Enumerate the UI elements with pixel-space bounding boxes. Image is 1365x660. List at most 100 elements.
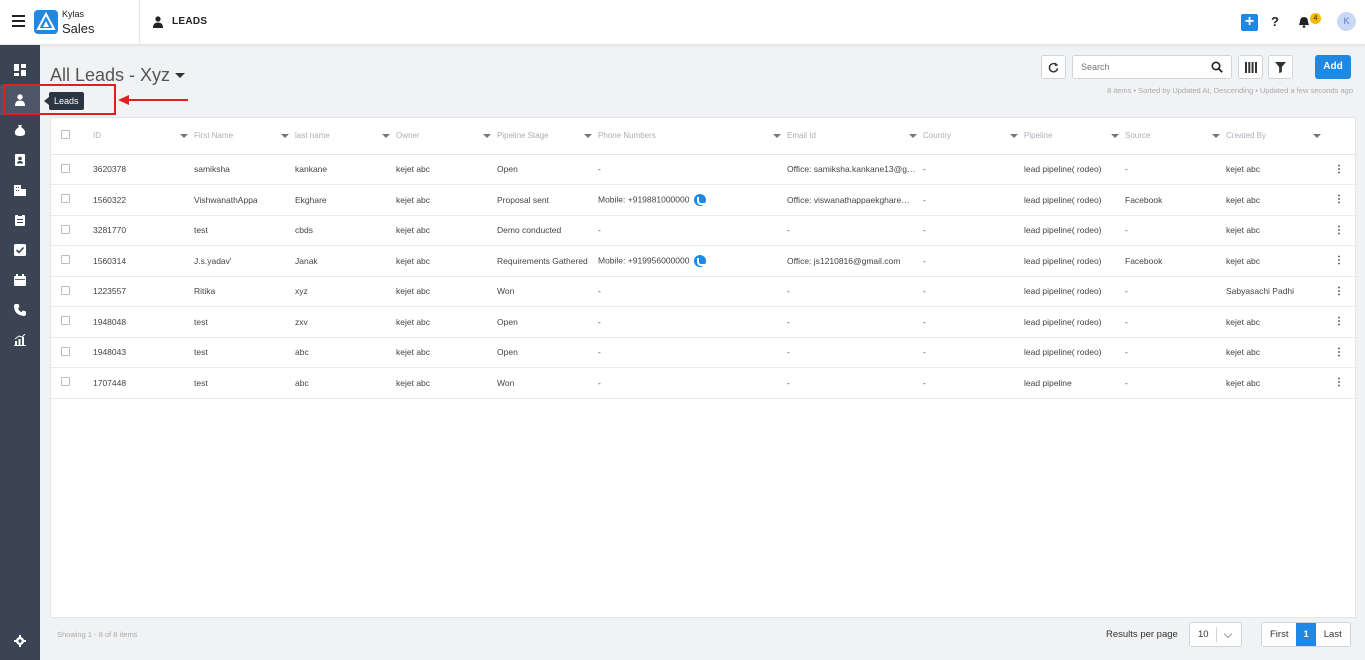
search-input[interactable] xyxy=(1072,55,1232,79)
column-header-first-name[interactable]: First Name xyxy=(194,118,295,155)
cell-first[interactable]: test xyxy=(194,306,295,338)
row-checkbox[interactable] xyxy=(61,377,70,387)
row-actions-kebab-icon[interactable]: ⋮ xyxy=(1327,306,1357,338)
sidebar-item-calls[interactable] xyxy=(0,295,40,325)
cell-first[interactable]: test xyxy=(194,367,295,399)
user-avatar[interactable]: K xyxy=(1337,12,1356,31)
table-row[interactable]: 1223557 Ritika xyz kejet abc Won - - - lead pipe… xyxy=(51,276,1357,307)
table-row[interactable]: 1707448 test abc kejet abc Won - - - lead pipeli… xyxy=(51,367,1357,399)
sort-caret-icon[interactable] xyxy=(1010,134,1018,138)
add-lead-button[interactable]: Add xyxy=(1315,55,1351,79)
cell-last[interactable]: cbds xyxy=(295,215,396,246)
hamburger-menu-icon[interactable] xyxy=(12,15,25,27)
cell-phone[interactable]: - xyxy=(598,276,787,307)
row-actions-kebab-icon[interactable]: ⋮ xyxy=(1327,245,1357,277)
search-icon[interactable] xyxy=(1211,61,1223,73)
sort-caret-icon[interactable] xyxy=(180,134,188,138)
column-header-owner[interactable]: Owner xyxy=(396,118,497,155)
cell-phone[interactable]: Mobile: +919956000000 xyxy=(598,245,787,277)
column-header-last-name[interactable]: last name xyxy=(295,118,396,155)
columns-button[interactable] xyxy=(1238,55,1263,79)
call-phone-icon[interactable] xyxy=(694,254,707,267)
cell-phone[interactable]: Mobile: +919881000000 xyxy=(598,184,787,216)
quick-add-button[interactable]: + xyxy=(1241,14,1258,31)
sidebar-item-companies[interactable] xyxy=(0,175,40,205)
row-actions-kebab-icon[interactable]: ⋮ xyxy=(1327,215,1357,246)
table-row[interactable]: 3620378 samiksha kankane kejet abc Open - Offi… xyxy=(51,154,1357,185)
call-phone-icon[interactable] xyxy=(694,193,707,206)
view-title[interactable]: All Leads - Xyz xyxy=(50,65,170,86)
cell-phone[interactable]: - xyxy=(598,337,787,368)
cell-last[interactable]: abc xyxy=(295,337,396,368)
sidebar-item-deals[interactable] xyxy=(0,115,40,145)
select-all-checkbox[interactable] xyxy=(61,130,70,140)
column-header-email[interactable]: Email Id xyxy=(787,118,923,155)
cell-first[interactable]: J.s.yadav' xyxy=(194,245,295,277)
sort-caret-icon[interactable] xyxy=(1313,134,1321,138)
cell-last[interactable]: xyz xyxy=(295,276,396,307)
current-page-button[interactable]: 1 xyxy=(1296,623,1316,646)
cell-last[interactable]: abc xyxy=(295,367,396,399)
cell-last[interactable]: Ekghare xyxy=(295,184,396,216)
sidebar-item-dashboard[interactable] xyxy=(0,55,40,85)
sort-caret-icon[interactable] xyxy=(382,134,390,138)
cell-phone[interactable]: - xyxy=(598,215,787,246)
cell-last[interactable]: kankane xyxy=(295,154,396,185)
sort-caret-icon[interactable] xyxy=(1212,134,1220,138)
cell-first[interactable]: test xyxy=(194,215,295,246)
column-header-created-by[interactable]: Created By xyxy=(1226,118,1327,155)
row-checkbox[interactable] xyxy=(61,316,70,326)
row-checkbox[interactable] xyxy=(61,255,70,265)
first-page-button[interactable]: First xyxy=(1262,623,1296,646)
cell-first[interactable]: samiksha xyxy=(194,154,295,185)
table-row[interactable]: 1560322 VishwanathAppa Ekghare kejet abc Pro… xyxy=(51,184,1357,216)
row-checkbox[interactable] xyxy=(61,194,70,204)
cell-email[interactable]: Office: js1210816@gmail.com xyxy=(787,245,923,277)
row-actions-kebab-icon[interactable]: ⋮ xyxy=(1327,184,1357,216)
row-checkbox[interactable] xyxy=(61,346,70,356)
cell-first[interactable]: VishwanathAppa xyxy=(194,184,295,216)
row-actions-kebab-icon[interactable]: ⋮ xyxy=(1327,337,1357,368)
cell-email[interactable]: - xyxy=(787,306,923,338)
cell-first[interactable]: Ritika xyxy=(194,276,295,307)
column-header-pipeline-stage[interactable]: Pipeline Stage xyxy=(497,118,598,155)
cell-phone[interactable]: - xyxy=(598,367,787,399)
last-page-button[interactable]: Last xyxy=(1316,623,1350,646)
sidebar-item-analytics[interactable] xyxy=(0,325,40,355)
chevron-down-icon[interactable] xyxy=(175,73,185,78)
sort-caret-icon[interactable] xyxy=(909,134,917,138)
column-header-source[interactable]: Source xyxy=(1125,118,1226,155)
sort-caret-icon[interactable] xyxy=(281,134,289,138)
cell-email[interactable]: Office: viswanathappaekghare@gmail.com xyxy=(787,184,923,216)
kylas-logo-icon[interactable] xyxy=(34,10,58,34)
cell-email[interactable]: - xyxy=(787,367,923,399)
row-actions-kebab-icon[interactable]: ⋮ xyxy=(1327,367,1357,399)
sort-caret-icon[interactable] xyxy=(483,134,491,138)
sidebar-item-calendar[interactable] xyxy=(0,265,40,295)
row-checkbox[interactable] xyxy=(61,224,70,234)
column-header-pipeline[interactable]: Pipeline xyxy=(1024,118,1125,155)
column-header-country[interactable]: Country xyxy=(923,118,1024,155)
cell-email[interactable]: - xyxy=(787,276,923,307)
column-header-id[interactable]: ID xyxy=(93,118,194,155)
sort-caret-icon[interactable] xyxy=(1111,134,1119,138)
cell-first[interactable]: test xyxy=(194,337,295,368)
row-checkbox[interactable] xyxy=(61,163,70,173)
results-per-page-select[interactable]: 10 xyxy=(1189,622,1242,647)
row-actions-kebab-icon[interactable]: ⋮ xyxy=(1327,276,1357,307)
cell-email[interactable]: - xyxy=(787,215,923,246)
sidebar-item-tasks[interactable] xyxy=(0,235,40,265)
sidebar-item-contacts[interactable] xyxy=(0,145,40,175)
sort-caret-icon[interactable] xyxy=(584,134,592,138)
cell-email[interactable]: - xyxy=(787,337,923,368)
table-row[interactable]: 3281770 test cbds kejet abc Demo conducted - -… xyxy=(51,215,1357,246)
sort-caret-icon[interactable] xyxy=(773,134,781,138)
sidebar-item-settings[interactable] xyxy=(0,626,40,656)
cell-phone[interactable]: - xyxy=(598,306,787,338)
table-row[interactable]: 1560314 J.s.yadav' Janak kejet abc Requireme… xyxy=(51,245,1357,277)
table-row[interactable]: 1948048 test zxv kejet abc Open - - - lead pipel… xyxy=(51,306,1357,338)
row-checkbox[interactable] xyxy=(61,285,70,295)
table-row[interactable]: 1948043 test abc kejet abc Open - - - lead pipel… xyxy=(51,337,1357,368)
refresh-button[interactable] xyxy=(1041,55,1066,79)
column-header-phone-numbers[interactable]: Phone Numbers xyxy=(598,118,787,155)
